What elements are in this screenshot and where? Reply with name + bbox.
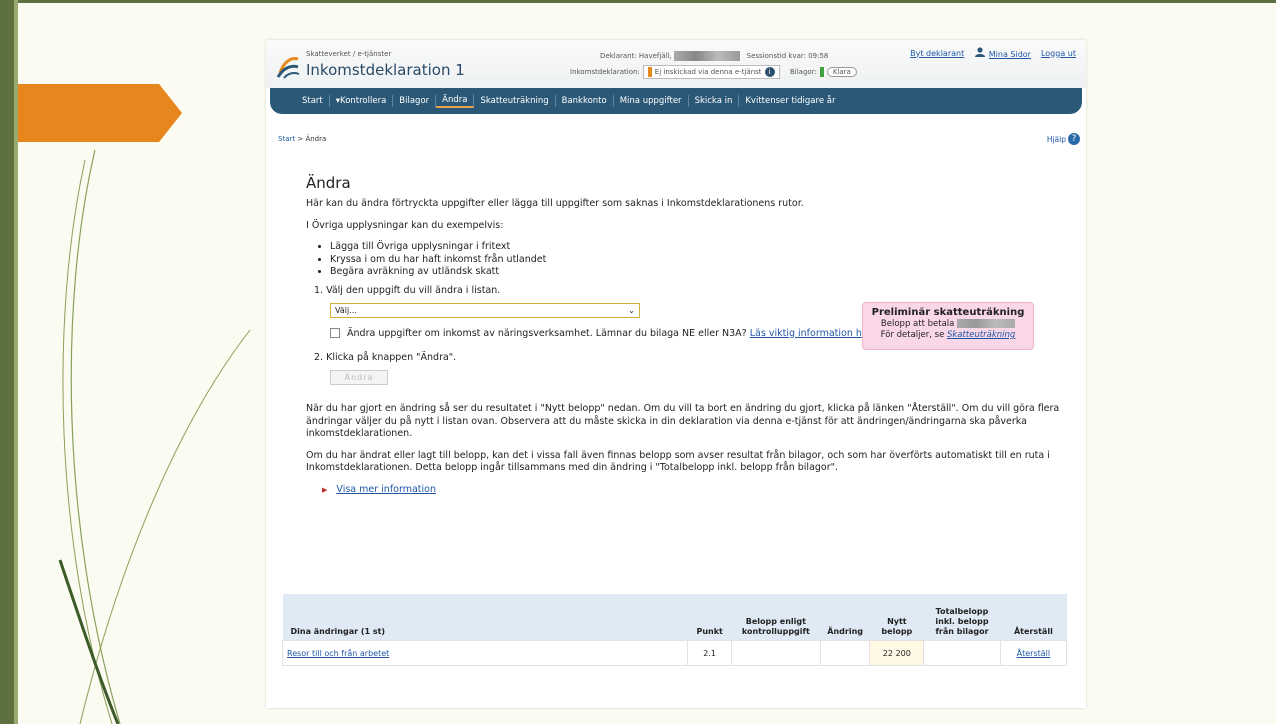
main-nav: Start ▾Kontrollera Bilagor Ändra Skatteu… bbox=[270, 88, 1082, 114]
nav-bankkonto[interactable]: Bankkonto bbox=[556, 95, 614, 107]
nav-mina-uppgifter[interactable]: Mina uppgifter bbox=[614, 95, 689, 107]
step-2-text: 2. Klicka på knappen "Ändra". bbox=[314, 352, 457, 363]
inkomst-status-text: Ej inskickad via denna e-tjänst bbox=[654, 68, 762, 76]
uppgift-select[interactable]: Välj... ⌄ bbox=[330, 302, 640, 318]
session-timer: Sessionstid kvar: 09:58 bbox=[746, 52, 829, 60]
info-paragraph-1: När du har gjort en ändring så ser du re… bbox=[306, 403, 1060, 439]
col-header-andring: Ändring bbox=[827, 627, 863, 636]
col-header-totalbelopp: Totalbelopp inkl. belopp från bilagor bbox=[935, 607, 989, 636]
help-label: Hjälp bbox=[1046, 134, 1066, 144]
skatteverket-logo-icon bbox=[276, 57, 300, 79]
status-orange-indicator bbox=[647, 67, 652, 77]
list-item: Kryssa i om du har haft inkomst från utl… bbox=[330, 254, 1066, 267]
col-header-andringar: Dina ändringar (1 st) bbox=[290, 627, 386, 636]
prelim-title: Preliminär skatteuträkning bbox=[871, 307, 1025, 318]
app-title: Inkomstdeklaration 1 bbox=[306, 61, 465, 79]
example-list: Lägga till Övriga upplysningar i fritext… bbox=[320, 241, 1066, 279]
nav-kontrollera[interactable]: ▾Kontrollera bbox=[330, 95, 394, 107]
mina-sidor-link[interactable]: Mina Sidor bbox=[989, 50, 1031, 59]
info-icon[interactable]: i bbox=[764, 67, 775, 77]
row-reset-cell: Återställ bbox=[999, 640, 1068, 666]
breadcrumb: Start > Ändra bbox=[278, 135, 326, 143]
bilagor-status-badge: Klara bbox=[826, 67, 857, 77]
nav-start[interactable]: Start bbox=[296, 95, 330, 107]
nav-kvittenser[interactable]: Kvittenser tidigare år bbox=[739, 95, 841, 107]
person-icon bbox=[975, 47, 986, 57]
row-punkt: 2.1 bbox=[687, 640, 732, 666]
nav-bilagor[interactable]: Bilagor bbox=[393, 95, 437, 107]
checkbox-label: Ändra uppgifter om inkomst av näringsver… bbox=[347, 327, 747, 339]
breadcrumb-separator: > bbox=[297, 135, 304, 143]
nav-kontrollera-label: Kontrollera bbox=[340, 96, 387, 106]
bilagor-green-indicator bbox=[819, 67, 824, 77]
header: Skatteverket / e-tjänster Inkomstdeklara… bbox=[266, 40, 1086, 88]
nav-skicka-in[interactable]: Skicka in bbox=[689, 95, 740, 107]
inkomst-status: Ej inskickad via denna e-tjänst i bbox=[642, 65, 780, 79]
select-value: Välj... bbox=[335, 305, 357, 315]
redacted-amount bbox=[957, 319, 1016, 328]
skatteutrakning-link[interactable]: Skatteuträkning bbox=[947, 330, 1015, 340]
table-header-row: Dina ändringar (1 st) Punkt Belopp enlig… bbox=[282, 594, 1067, 641]
col-header-aterstall: Återställ bbox=[1013, 627, 1053, 636]
chevron-down-icon: ⌄ bbox=[628, 305, 635, 315]
row-nytt-belopp: 22 200 bbox=[869, 640, 925, 666]
orange-arrow-tab bbox=[18, 84, 182, 142]
prelim-detaljer-label: För detaljer, se bbox=[880, 330, 945, 340]
andra-button[interactable]: Ändra bbox=[330, 370, 388, 385]
top-links: Byt deklarant Mina Sidor Logga ut bbox=[910, 47, 1076, 59]
col-header-nytt: Nytt belopp bbox=[881, 617, 913, 636]
mina-sidor-group: Mina Sidor bbox=[974, 47, 1031, 59]
info-paragraph-2: Om du har ändrat eller lagt till belopp,… bbox=[306, 449, 1050, 474]
andringar-table: Dina ändringar (1 st) Punkt Belopp enlig… bbox=[281, 594, 1068, 666]
list-item: Lägga till Övriga upplysningar i fritext bbox=[330, 241, 1066, 254]
row-belopp bbox=[730, 640, 821, 666]
aterstall-link[interactable]: Återställ bbox=[1017, 649, 1050, 658]
row-name-cell: Resor till och från arbetet bbox=[281, 640, 689, 666]
brand-subtitle: Skatteverket / e-tjänster bbox=[306, 50, 392, 58]
redacted-name bbox=[673, 51, 740, 61]
visa-mer-link[interactable]: Visa mer information bbox=[336, 484, 436, 495]
visa-mer-toggle[interactable]: ▶ Visa mer information bbox=[322, 484, 1066, 495]
inkomst-label: Inkomstdeklaration: bbox=[570, 68, 640, 76]
breadcrumb-current: Ändra bbox=[305, 135, 327, 143]
bilagor-label: Bilagor: bbox=[789, 68, 817, 76]
help-icon: ? bbox=[1068, 133, 1080, 145]
help-link[interactable]: Hjälp ? bbox=[1047, 133, 1080, 145]
col-header-punkt: Punkt bbox=[696, 627, 723, 636]
logga-ut-link[interactable]: Logga ut bbox=[1041, 49, 1076, 58]
byt-deklarant-link[interactable]: Byt deklarant bbox=[910, 49, 964, 58]
status-line: Inkomstdeklaration: Ej inskickad via den… bbox=[570, 65, 857, 79]
naringsverksamhet-checkbox[interactable] bbox=[330, 328, 340, 338]
page-title: Ändra bbox=[306, 174, 351, 192]
deklarant-line: Deklarant: Havefjäll, Sessionstid kvar: … bbox=[600, 51, 828, 61]
table-row: Resor till och från arbetet 2.1 22 200 Å… bbox=[281, 640, 1068, 666]
deklarant-label: Deklarant: Havefjäll, bbox=[600, 52, 672, 60]
resor-link[interactable]: Resor till och från arbetet bbox=[287, 649, 389, 658]
intro-text: Här kan du ändra förtryckta uppgifter el… bbox=[306, 198, 804, 209]
col-header-belopp: Belopp enligt kontrolluppgift bbox=[741, 617, 810, 636]
breadcrumb-start-link[interactable]: Start bbox=[278, 135, 295, 143]
las-viktig-information-link[interactable]: Läs viktig information här. bbox=[750, 328, 874, 339]
triangle-right-icon: ▶ bbox=[322, 485, 328, 494]
browser-screenshot: Skatteverket / e-tjänster Inkomstdeklara… bbox=[266, 40, 1086, 708]
list-item: Begära avräkning av utländsk skatt bbox=[330, 266, 1066, 279]
step-1-text: 1. Välj den uppgift du vill ändra i list… bbox=[314, 284, 501, 296]
preliminar-skatteutrakning-box: Preliminär skatteuträkning Belopp att be… bbox=[862, 302, 1034, 350]
nav-andra[interactable]: Ändra bbox=[436, 94, 475, 108]
prelim-belopp-label: Belopp att betala bbox=[880, 319, 955, 329]
ovriga-text: I Övriga upplysningar kan du exempelvis: bbox=[306, 219, 504, 231]
row-totalbelopp bbox=[923, 640, 1001, 666]
nav-skatteutrakning[interactable]: Skatteuträkning bbox=[474, 95, 556, 107]
row-andring bbox=[819, 640, 871, 666]
